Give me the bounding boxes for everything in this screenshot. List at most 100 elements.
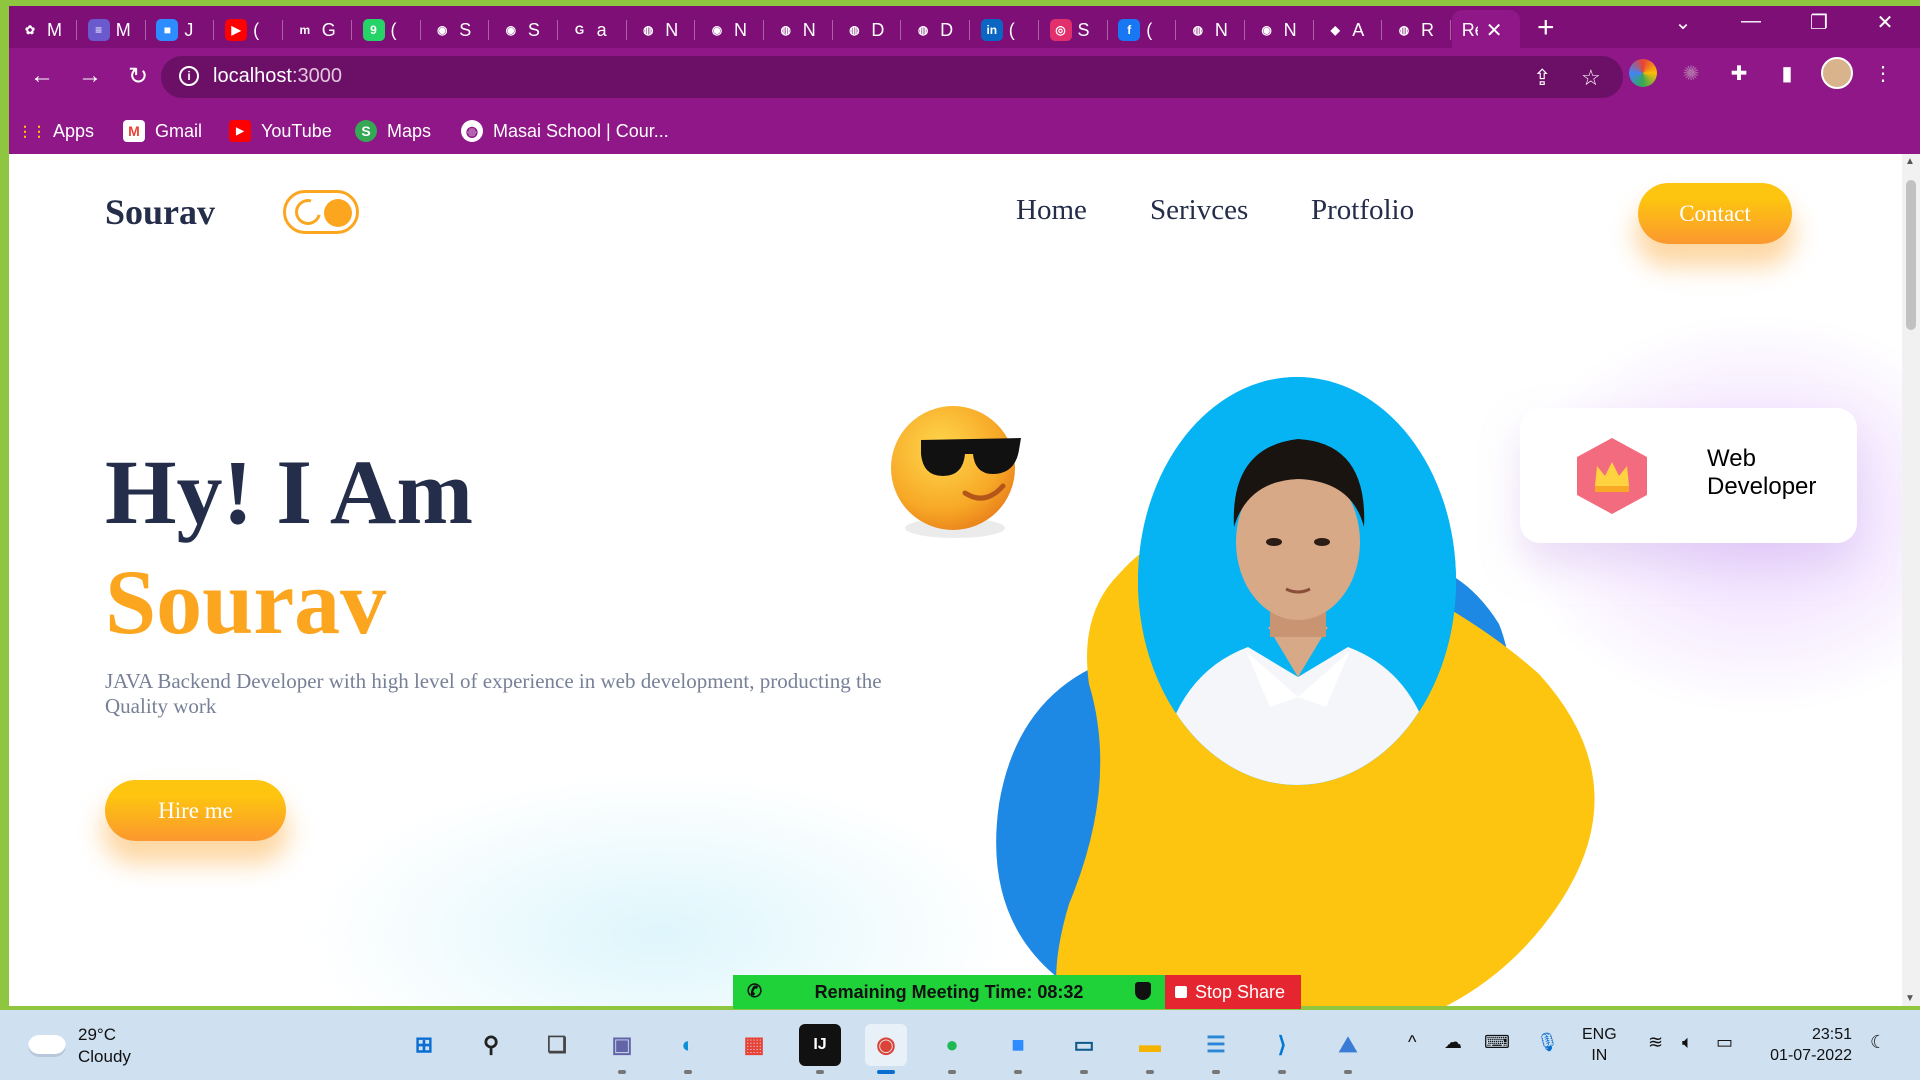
tab-title: N bbox=[734, 19, 747, 40]
extension-bug-icon[interactable]: ✺ bbox=[1677, 59, 1705, 87]
show-hidden-icons-chevron-icon[interactable]: ^ bbox=[1408, 1032, 1416, 1053]
browser-tab[interactable]: ◉ N bbox=[1246, 10, 1314, 50]
profile-avatar[interactable] bbox=[1821, 57, 1853, 89]
side-panel-icon[interactable]: ▮ bbox=[1773, 59, 1801, 87]
browser-tab[interactable]: Ga bbox=[559, 10, 627, 50]
browser-tab[interactable]: ◆ A bbox=[1314, 10, 1383, 50]
browser-tab[interactable]: f( bbox=[1108, 10, 1177, 50]
zoom-icon[interactable]: ■ bbox=[997, 1024, 1039, 1074]
bookmark-label: Masai School | Cour... bbox=[493, 120, 669, 141]
address-bar[interactable]: i localhost:3000 ⇪ ☆ bbox=[161, 56, 1623, 98]
theme-toggle[interactable] bbox=[283, 190, 359, 234]
browser-tab[interactable]: ◍ R bbox=[1383, 10, 1451, 50]
stop-share-button[interactable]: Stop Share bbox=[1165, 975, 1301, 1009]
share-icon[interactable]: ⇪ bbox=[1533, 65, 1551, 91]
bookmark-masai[interactable]: ◍ Masai School | Cour... bbox=[461, 120, 669, 142]
chrome-icon: ◉ bbox=[711, 23, 723, 37]
browser-tab[interactable]: ▶( bbox=[215, 10, 284, 50]
extensions-puzzle-icon[interactable]: ✚ bbox=[1725, 59, 1753, 87]
hire-me-button[interactable]: Hire me bbox=[105, 780, 286, 841]
volume-icon[interactable]: 🔈︎ bbox=[1682, 1032, 1693, 1053]
whatsapp-icon: 9 bbox=[362, 19, 385, 41]
browser-tab[interactable]: ■ J bbox=[146, 10, 215, 50]
teams-chat-icon[interactable]: ▣ bbox=[601, 1024, 643, 1074]
brand-logo[interactable]: Sourav bbox=[105, 191, 215, 233]
language-indicator[interactable]: ENG IN bbox=[1582, 1024, 1617, 1066]
start-windows-icon[interactable]: ⊞ bbox=[403, 1024, 445, 1066]
keyboard-icon[interactable]: ⌨ bbox=[1484, 1032, 1510, 1053]
bookmark-youtube[interactable]: ▶ YouTube bbox=[229, 120, 332, 142]
browser-tab[interactable]: mG bbox=[284, 10, 352, 50]
browser-tab[interactable]: ◎ S bbox=[1040, 10, 1108, 50]
clock-time: 23:51 bbox=[1811, 1026, 1852, 1043]
spotify-icon[interactable]: ● bbox=[931, 1024, 973, 1074]
wifi-icon[interactable]: ≋ bbox=[1648, 1032, 1663, 1053]
page-scrollbar[interactable]: ▲ ▼ bbox=[1902, 154, 1920, 1006]
browser-tab[interactable]: in( bbox=[971, 10, 1039, 50]
bookmark-maps[interactable]: S Maps bbox=[355, 120, 431, 142]
browser-tab[interactable]: ◍ N bbox=[1177, 10, 1245, 50]
window-close-icon[interactable]: ✕ bbox=[1865, 10, 1905, 35]
edge-icon[interactable]: ◐ bbox=[667, 1024, 709, 1074]
intellij-icon[interactable]: IJ bbox=[799, 1024, 841, 1074]
nav-link-services[interactable]: Serivces bbox=[1150, 194, 1248, 227]
onedrive-icon[interactable]: ☁ bbox=[1444, 1032, 1462, 1053]
tab-title: ( bbox=[1146, 19, 1153, 40]
browser-tab[interactable]: ◉ S bbox=[490, 10, 558, 50]
contact-button[interactable]: Contact bbox=[1638, 183, 1792, 244]
chrome-icon[interactable]: ◉ bbox=[865, 1024, 907, 1074]
weather-widget[interactable]: 29°C Cloudy bbox=[28, 1024, 131, 1068]
restore-icon[interactable]: ❐ bbox=[1799, 10, 1839, 35]
apps-grid-icon: ⋮⋮ bbox=[18, 122, 46, 139]
browser-tab[interactable]: ◍ N bbox=[765, 10, 833, 50]
browser-tab[interactable]: ◍ D bbox=[902, 10, 971, 50]
bookmark-label: Apps bbox=[53, 120, 95, 141]
mysql-icon[interactable]: ▭ bbox=[1063, 1024, 1105, 1074]
file-explorer-icon[interactable]: ▬ bbox=[1129, 1024, 1171, 1074]
browser-tab[interactable]: ◍ D bbox=[833, 10, 902, 50]
back-icon[interactable]: ← bbox=[25, 62, 59, 90]
tab-close-icon[interactable]: ✕ bbox=[1486, 18, 1503, 43]
chrome-icon: ◉ bbox=[1261, 23, 1272, 37]
new-tab-button[interactable]: + bbox=[1537, 13, 1555, 43]
reload-icon[interactable]: ↻ bbox=[121, 62, 155, 91]
scroll-up-icon[interactable]: ▲ bbox=[1905, 156, 1915, 167]
scrollbar-thumb[interactable] bbox=[1906, 180, 1916, 330]
minimize-icon[interactable]: — bbox=[1731, 10, 1771, 33]
menu-kebab-icon[interactable]: ⋮ bbox=[1869, 59, 1897, 87]
nav-link-portfolio[interactable]: Protfolio bbox=[1311, 194, 1414, 227]
tab-title: S bbox=[527, 19, 540, 40]
tab-search-icon[interactable]: ⌄ bbox=[1663, 10, 1703, 35]
microphone-icon[interactable]: 🎙︎ bbox=[1536, 1032, 1559, 1053]
browser-tab[interactable]: ✿ M bbox=[9, 10, 77, 50]
browser-tab[interactable]: ◉ N bbox=[696, 10, 764, 50]
url-text[interactable]: localhost:3000 bbox=[213, 65, 342, 88]
system-clock[interactable]: 23:51 01-07-2022 bbox=[1762, 1024, 1852, 1066]
profile-photo bbox=[1138, 377, 1456, 785]
vscode-icon[interactable]: ⟩ bbox=[1261, 1024, 1303, 1074]
site-info-icon[interactable]: i bbox=[179, 66, 199, 86]
stop-share-label: Stop Share bbox=[1195, 981, 1286, 1002]
tab-active[interactable]: Re ✕ bbox=[1451, 10, 1520, 50]
bookmark-star-icon[interactable]: ☆ bbox=[1581, 65, 1601, 91]
task-view-icon[interactable]: ❏ bbox=[536, 1024, 578, 1066]
browser-tab[interactable]: ≡ M bbox=[78, 10, 146, 50]
browser-tab[interactable]: ◉ S bbox=[421, 10, 490, 50]
running-indicator bbox=[1080, 1070, 1088, 1074]
hero-name: Sourav bbox=[105, 551, 387, 653]
search-icon[interactable]: ⚲ bbox=[470, 1024, 512, 1066]
extension-color-icon[interactable] bbox=[1629, 59, 1657, 87]
performance-monitor-icon[interactable]: ⛰ bbox=[1327, 1024, 1369, 1074]
scroll-down-icon[interactable]: ▼ bbox=[1905, 993, 1915, 1004]
nav-link-home[interactable]: Home bbox=[1016, 194, 1087, 227]
crown-icon bbox=[1577, 438, 1647, 514]
browser-tab[interactable]: 9( bbox=[353, 10, 421, 50]
notifications-moon-icon[interactable]: ☾ bbox=[1870, 1032, 1886, 1053]
battery-icon[interactable]: ▭ bbox=[1716, 1032, 1733, 1053]
notepad-icon[interactable]: ☰ bbox=[1195, 1024, 1237, 1074]
store-icon[interactable]: ▦ bbox=[733, 1024, 775, 1066]
bookmark-apps[interactable]: ⋮⋮ Apps bbox=[18, 120, 95, 142]
bookmark-gmail[interactable]: M Gmail bbox=[123, 120, 202, 142]
browser-tab[interactable]: ◍ N bbox=[627, 10, 696, 50]
forward-icon[interactable]: → bbox=[73, 62, 107, 90]
